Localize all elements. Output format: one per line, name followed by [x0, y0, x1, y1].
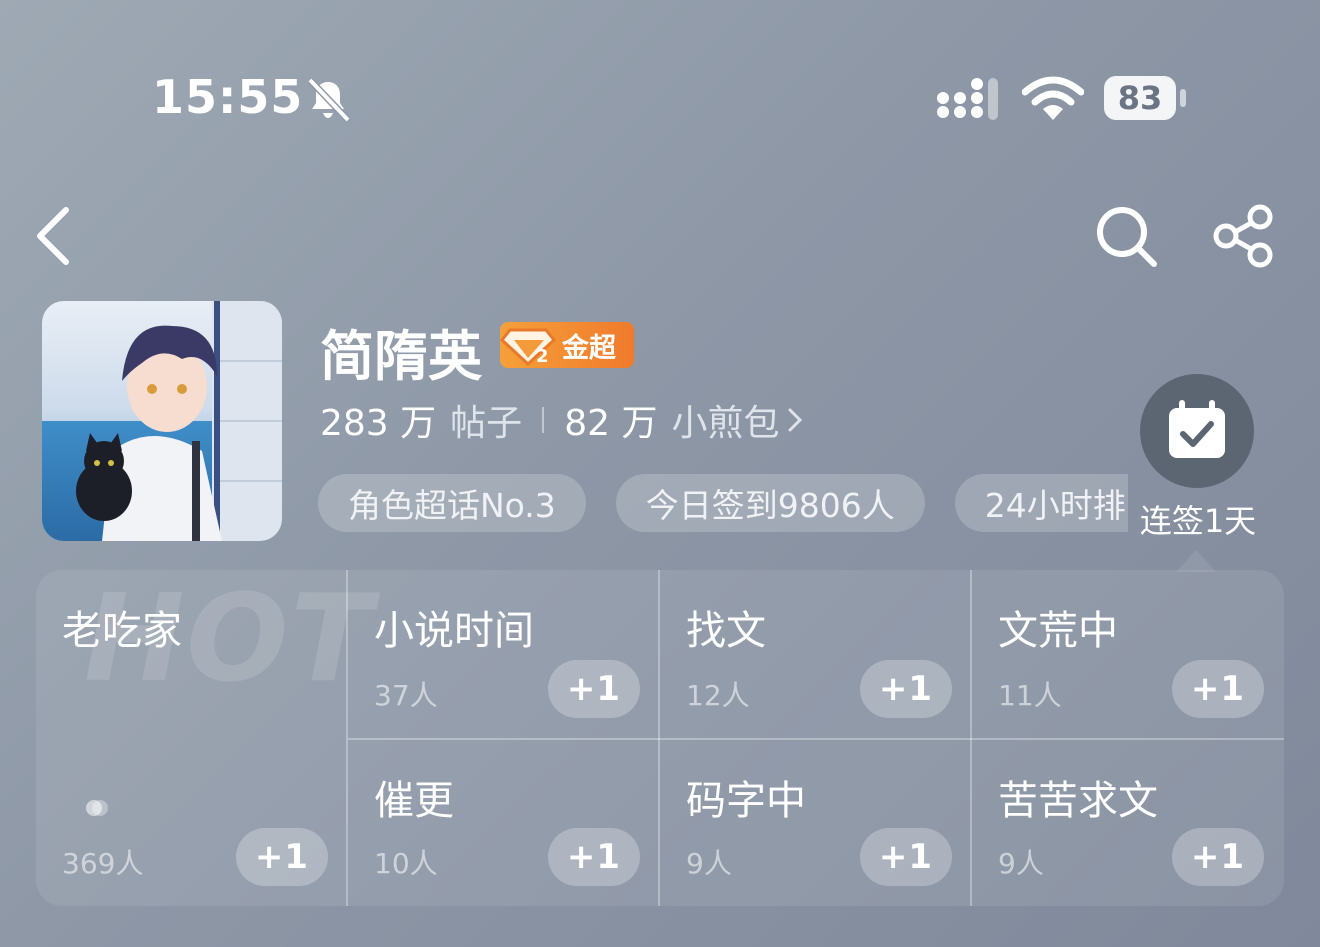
group-member-count: 10人: [374, 847, 438, 880]
stats-divider: [542, 407, 545, 433]
group-cell[interactable]: 文荒中 11人 +1: [972, 570, 1284, 738]
group-member-count: 12人: [686, 679, 750, 712]
join-plus-one-button[interactable]: +1: [548, 660, 640, 718]
chat-groups-grid: HOT 老吃家 369人 +1 小说时间 37人 +1 找文 12人 +1 文荒…: [36, 570, 1284, 906]
group-name: 文荒中: [998, 608, 1118, 654]
gold-super-badge[interactable]: 2 金超: [500, 322, 634, 368]
badge-label: 金超: [562, 332, 616, 364]
diamond-level-icon: 2: [500, 328, 557, 367]
join-plus-one-button[interactable]: +1: [236, 828, 328, 886]
status-time: 15:55: [152, 70, 304, 124]
group-member-count: 9人: [998, 847, 1044, 880]
group-member-count: 369人: [62, 847, 144, 880]
calendar-check-icon: [1169, 400, 1225, 458]
group-name: 小说时间: [374, 608, 534, 654]
member-avatars-icon: [86, 800, 108, 816]
group-member-count: 9人: [686, 847, 732, 880]
join-plus-one-button[interactable]: +1: [1172, 660, 1264, 718]
group-cell[interactable]: 码字中 9人 +1: [660, 740, 970, 906]
join-plus-one-button[interactable]: +1: [548, 828, 640, 886]
group-cell-featured[interactable]: 老吃家 369人 +1: [36, 570, 346, 906]
checkin-button[interactable]: 连签1天: [1128, 370, 1268, 570]
group-cell[interactable]: 苦苦求文 9人 +1: [972, 740, 1284, 906]
group-member-count: 11人: [998, 679, 1062, 712]
tag-checkin-count[interactable]: 今日签到9806人: [615, 474, 925, 532]
group-name: 老吃家: [62, 608, 182, 654]
group-name: 催更: [374, 778, 454, 824]
topic-tags: 角色超话No.3 今日签到9806人 24小时排: [318, 474, 1128, 532]
join-plus-one-button[interactable]: +1: [860, 660, 952, 718]
join-plus-one-button[interactable]: +1: [860, 828, 952, 886]
checkin-streak-label: 连签1天: [1139, 502, 1257, 540]
battery-indicator: 83: [1104, 76, 1176, 120]
group-cell[interactable]: 催更 10人 +1: [348, 740, 658, 906]
points-label[interactable]: 小煎包: [671, 394, 779, 446]
topic-title: 简隋英: [320, 325, 482, 388]
topic-stats: 283 万 帖子 82 万 小煎包: [320, 396, 805, 444]
group-name: 苦苦求文: [998, 778, 1158, 824]
posts-count: 283 万: [320, 403, 437, 444]
group-name: 码字中: [686, 778, 806, 824]
wifi-icon: [1022, 76, 1084, 120]
cellular-signal-icon: [937, 78, 998, 120]
posts-label: 帖子: [450, 403, 523, 444]
points-count[interactable]: 82 万: [564, 394, 657, 446]
group-name: 找文: [686, 608, 766, 654]
tag-24h-rank[interactable]: 24小时排: [954, 474, 1128, 532]
group-cell[interactable]: 小说时间 37人 +1: [348, 570, 658, 738]
group-member-count: 37人: [374, 679, 438, 712]
tooltip-pointer: [1176, 550, 1216, 572]
group-cell[interactable]: 找文 12人 +1: [660, 570, 970, 738]
battery-cap: [1180, 89, 1186, 107]
share-icon[interactable]: [1212, 204, 1278, 268]
tag-role-rank[interactable]: 角色超话No.3: [318, 474, 586, 532]
chevron-right-icon[interactable]: [785, 406, 805, 434]
bell-muted-icon: [307, 77, 351, 123]
join-plus-one-button[interactable]: +1: [1172, 828, 1264, 886]
svg-text:2: 2: [536, 346, 549, 367]
topic-avatar-image[interactable]: [42, 301, 282, 541]
search-icon[interactable]: [1094, 204, 1160, 270]
back-chevron-icon[interactable]: [30, 204, 80, 268]
